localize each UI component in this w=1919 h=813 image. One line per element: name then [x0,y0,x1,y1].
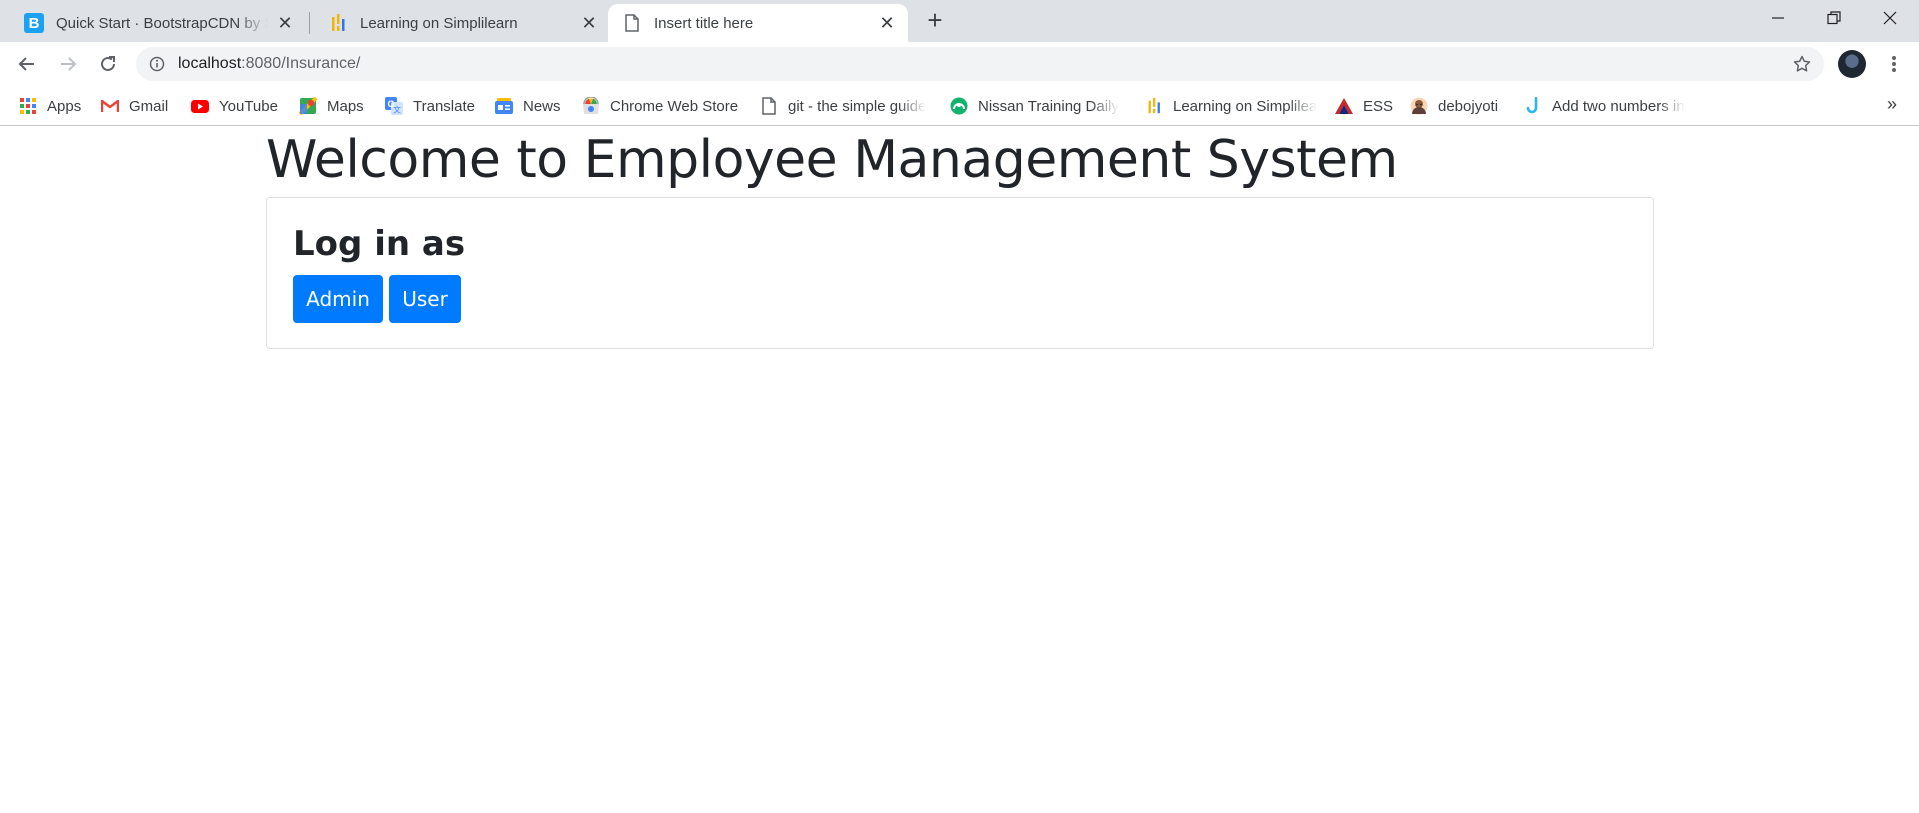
user-button[interactable]: User [389,275,461,323]
svg-text:文: 文 [393,105,401,115]
url-text: localhost:8080/Insurance/ [178,55,361,72]
translate-icon: G文 [385,97,403,115]
svg-text:B: B [29,15,40,32]
bookmark-gmail[interactable]: Gmail [101,94,168,118]
bookmark-add-two-numbers[interactable]: Add two numbers in [1524,94,1692,118]
simplilearn-icon [1145,97,1163,115]
page-content: Welcome to Employee Management System Lo… [0,127,1919,813]
bookmark-chrome-web-store[interactable]: Chrome Web Store [582,94,738,118]
tab-strip: B Quick Start · BootstrapCDN by StackPat… [0,0,1919,42]
bookmark-youtube[interactable]: YouTube [191,94,278,118]
bookmark-simplilearn[interactable]: Learning on Simplilearn [1145,94,1317,118]
profile-avatar[interactable] [1838,50,1866,78]
page-heading: Welcome to Employee Management System [266,130,1398,190]
simplilearn-icon [328,13,348,33]
news-icon [495,97,513,115]
apps-grid-icon [19,97,37,115]
hook-icon [1524,97,1542,115]
forward-arrow-icon[interactable] [52,48,84,80]
close-tab-icon[interactable]: ✕ [578,12,600,34]
tab-title: Learning on Simplilearn [360,14,518,32]
youtube-icon [191,97,209,115]
more-vert-icon[interactable] [1880,50,1908,78]
tab-simplilearn[interactable]: Learning on Simplilearn ✕ [314,4,610,42]
maps-icon [299,97,317,115]
bootstrap-b-icon: B [24,13,44,33]
page-icon [760,97,778,115]
page-icon [622,13,642,33]
info-icon[interactable] [148,55,166,73]
tab-bootstrapcdn[interactable]: B Quick Start · BootstrapCDN by StackPat… [10,4,306,42]
web-store-icon [582,97,600,115]
restore-icon[interactable] [1806,0,1862,36]
bookmark-star-icon[interactable] [1792,54,1812,74]
nissan-icon [950,97,968,115]
bookmark-git-guide[interactable]: git - the simple guide [760,94,930,118]
tab-insert-title[interactable]: Insert title here ✕ [608,4,908,42]
bookmark-apps[interactable]: Apps [19,94,81,118]
gmail-icon [101,97,119,115]
back-arrow-icon[interactable] [11,48,43,80]
card-title: Log in as [293,224,466,264]
avatar-icon [1410,97,1428,115]
new-tab-button[interactable]: + [921,5,949,35]
bookmark-nissan-training[interactable]: Nissan Training Daily [950,94,1122,118]
ess-icon [1335,97,1353,115]
close-tab-icon[interactable]: ✕ [274,12,296,34]
bookmarks-bar: Apps Gmail YouTube Maps G文 Translate New… [0,86,1919,126]
bookmark-maps[interactable]: Maps [299,94,364,118]
reload-icon[interactable] [92,48,124,80]
minimize-icon[interactable] [1750,0,1806,36]
bookmarks-overflow-button[interactable]: » [1882,94,1902,114]
close-window-icon[interactable] [1862,0,1918,36]
bookmark-debojyoti[interactable]: debojyoti [1410,94,1498,118]
address-bar[interactable]: localhost:8080/Insurance/ [136,47,1824,81]
tab-title: Quick Start · BootstrapCDN by StackPath [56,14,268,32]
tab-title: Insert title here [654,14,754,32]
login-card: Log in as Admin User [266,197,1654,349]
bookmark-translate[interactable]: G文 Translate [385,94,475,118]
browser-toolbar: localhost:8080/Insurance/ [0,42,1919,86]
bookmark-news[interactable]: News [495,94,561,118]
bookmark-ess[interactable]: ESS [1335,94,1393,118]
admin-button[interactable]: Admin [293,275,383,323]
close-tab-icon[interactable]: ✕ [876,12,898,34]
